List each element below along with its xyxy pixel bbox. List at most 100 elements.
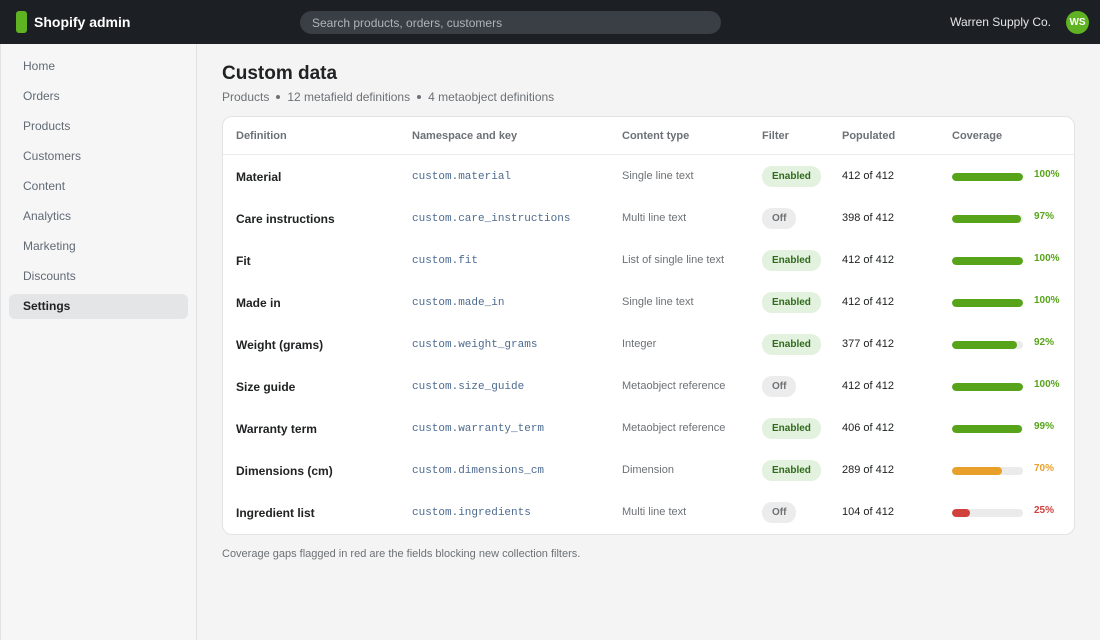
sidebar: Home Orders Products Customers Content Analyt…	[0, 44, 197, 640]
namespace-key: custom.care_instructions	[412, 213, 571, 225]
coverage-bar	[952, 425, 1023, 433]
table-row[interactable]: Size guide custom.size_guide Metaobject re…	[223, 366, 1074, 408]
avatar[interactable]: WS	[1066, 11, 1089, 34]
column-header-filter[interactable]: Filter	[762, 130, 789, 142]
filter-status-badge[interactable]: Off	[762, 502, 797, 523]
coverage-bar	[952, 467, 1023, 475]
definition-name[interactable]: Dimensions (cm)	[236, 464, 333, 478]
coverage-percent: 99%	[1034, 421, 1055, 432]
coverage-bar-fill	[952, 299, 1023, 307]
filter-status-badge[interactable]: Enabled	[762, 460, 821, 481]
coverage-percent: 97%	[1034, 211, 1055, 222]
namespace-key: custom.fit	[412, 255, 479, 267]
table-row[interactable]: Weight (grams) custom.weight_grams Integer…	[223, 324, 1074, 366]
definition-name[interactable]: Made in	[236, 296, 281, 310]
sidebar-item-orders[interactable]: Orders	[9, 84, 188, 109]
separator-dot-icon	[417, 95, 422, 99]
sidebar-item-customers[interactable]: Customers	[9, 144, 188, 169]
table-header: Definition Namespace and key Content typ…	[223, 117, 1074, 155]
coverage-bar	[952, 341, 1023, 349]
column-header-content-type[interactable]: Content type	[622, 130, 689, 142]
coverage-bar	[952, 215, 1023, 223]
column-header-namespace-key[interactable]: Namespace and key	[412, 130, 517, 142]
definition-name[interactable]: Material	[236, 170, 281, 184]
breadcrumb-metafield-count: 12 metafield definitions	[287, 90, 411, 104]
table-row[interactable]: Dimensions (cm) custom.dimensions_cm Dimen…	[223, 450, 1074, 492]
column-header-definition[interactable]: Definition	[236, 130, 287, 142]
coverage-bar	[952, 383, 1023, 391]
page-title: Custom data	[222, 63, 338, 84]
coverage-bar-fill	[952, 341, 1018, 349]
coverage-bar	[952, 299, 1023, 307]
table-row[interactable]: Care instructions custom.care_instruction…	[223, 198, 1074, 240]
coverage-bar	[952, 173, 1023, 181]
search-bar[interactable]	[300, 11, 721, 34]
filter-status-badge[interactable]: Off	[762, 208, 797, 229]
coverage-bar-fill	[952, 425, 1023, 433]
filter-status-badge[interactable]: Enabled	[762, 166, 821, 187]
populated-count: 377 of 412	[842, 338, 894, 350]
coverage-bar	[952, 509, 1023, 517]
filter-status-badge[interactable]: Enabled	[762, 250, 821, 271]
filter-status-badge[interactable]: Off	[762, 376, 797, 397]
definition-name[interactable]: Warranty term	[236, 422, 317, 436]
brand[interactable]: Shopify admin	[16, 11, 130, 33]
shopify-logo-icon	[16, 11, 27, 33]
coverage-percent: 25%	[1034, 505, 1055, 516]
content-type: Multi line text	[622, 212, 687, 224]
namespace-key: custom.made_in	[412, 297, 505, 309]
coverage-bar-fill	[952, 467, 1002, 475]
sidebar-item-discounts[interactable]: Discounts	[9, 264, 188, 289]
namespace-key: custom.weight_grams	[412, 339, 538, 351]
sidebar-item-home[interactable]: Home	[9, 54, 188, 79]
coverage-percent: 100%	[1034, 295, 1060, 306]
filter-status-badge[interactable]: Enabled	[762, 292, 821, 313]
coverage-bar-fill	[952, 257, 1023, 265]
populated-count: 406 of 412	[842, 422, 894, 434]
sidebar-item-marketing[interactable]: Marketing	[9, 234, 188, 259]
table-row[interactable]: Warranty term custom.warranty_term Metaobj…	[223, 408, 1074, 450]
definition-name[interactable]: Care instructions	[236, 212, 335, 226]
namespace-key: custom.warranty_term	[412, 423, 545, 435]
namespace-key: custom.ingredients	[412, 507, 531, 519]
brand-name: Shopify admin	[34, 14, 131, 30]
top-bar: Shopify admin Warren Supply Co. WS	[0, 0, 1100, 44]
content-type: Metaobject reference	[622, 380, 726, 392]
search-input[interactable]	[300, 11, 721, 34]
coverage-bar-fill	[952, 173, 1023, 181]
content-type: Dimension	[622, 464, 674, 476]
namespace-key: custom.size_guide	[412, 381, 525, 393]
table-row[interactable]: Fit custom.fit List of single line text Ena…	[223, 240, 1074, 282]
filter-status-badge[interactable]: Enabled	[762, 418, 821, 439]
definition-name[interactable]: Fit	[236, 254, 251, 268]
populated-count: 398 of 412	[842, 212, 894, 224]
content-type: Single line text	[622, 296, 694, 308]
table-row[interactable]: Made in custom.made_in Single line text Ena…	[223, 282, 1074, 324]
table-row[interactable]: Material custom.material Single line text E…	[223, 156, 1074, 198]
sidebar-item-analytics[interactable]: Analytics	[9, 204, 188, 229]
store-name[interactable]: Warren Supply Co.	[950, 15, 1051, 29]
sidebar-item-content[interactable]: Content	[9, 174, 188, 199]
column-header-coverage[interactable]: Coverage	[952, 130, 1002, 142]
populated-count: 289 of 412	[842, 464, 894, 476]
definition-name[interactable]: Weight (grams)	[236, 338, 323, 352]
filter-status-badge[interactable]: Enabled	[762, 334, 821, 355]
populated-count: 412 of 412	[842, 170, 894, 182]
namespace-key: custom.dimensions_cm	[412, 465, 545, 477]
footnote: Coverage gaps flagged in red are the fie…	[222, 548, 581, 560]
column-header-populated[interactable]: Populated	[842, 130, 895, 142]
definition-name[interactable]: Size guide	[236, 380, 295, 394]
sidebar-item-settings[interactable]: Settings	[9, 294, 188, 319]
coverage-percent: 100%	[1034, 253, 1060, 264]
definitions-table: Definition Namespace and key Content typ…	[222, 116, 1075, 535]
definition-name[interactable]: Ingredient list	[236, 506, 315, 520]
namespace-key: custom.material	[412, 171, 512, 183]
coverage-percent: 70%	[1034, 463, 1055, 474]
coverage-bar-fill	[952, 383, 1023, 391]
breadcrumb-products[interactable]: Products	[222, 90, 269, 104]
sidebar-item-products[interactable]: Products	[9, 114, 188, 139]
coverage-bar-fill	[952, 509, 970, 517]
populated-count: 104 of 412	[842, 506, 894, 518]
table-row[interactable]: Ingredient list custom.ingredients Multi l…	[223, 492, 1074, 534]
coverage-percent: 92%	[1034, 337, 1055, 348]
